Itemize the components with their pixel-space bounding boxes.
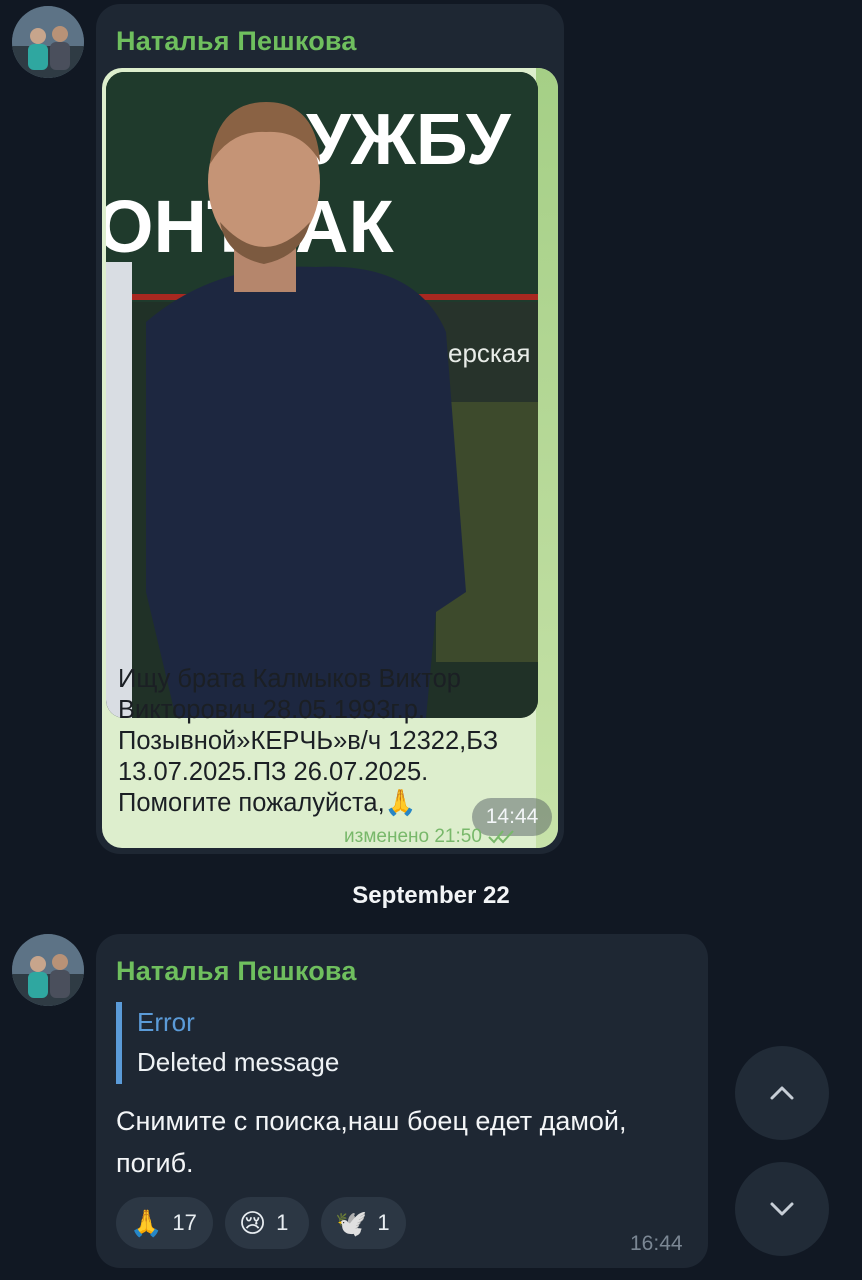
reply-quote[interactable]: Error Deleted message (116, 1002, 339, 1084)
sender-name[interactable]: Наталья Пешкова (116, 956, 357, 987)
message-text: Снимите с поиска,наш боец едет дамой, по… (116, 1106, 627, 1178)
reply-title: Error (137, 1007, 195, 1037)
message-photo[interactable]: УЖБУ ОНТРАК ерская (106, 72, 538, 718)
avatar-photo (12, 6, 84, 78)
dove-icon: 🕊️ (335, 1208, 368, 1238)
reaction-count: 17 (172, 1210, 197, 1235)
message-time: 16:44 (630, 1232, 683, 1255)
pray-icon: 🙏 (130, 1208, 163, 1238)
reaction-pray[interactable]: 🙏 17 (116, 1197, 213, 1249)
crying-face-icon: 😢 (239, 1208, 267, 1238)
edited-timestamp: изменено 21:50 (344, 826, 515, 848)
sender-avatar[interactable] (12, 934, 84, 1006)
avatar-photo (12, 934, 84, 1006)
reaction-cry[interactable]: 😢 1 (225, 1197, 309, 1249)
photo-sign-text: УЖБУ (306, 100, 512, 180)
sender-avatar[interactable] (12, 6, 84, 78)
scroll-up-button[interactable] (735, 1046, 829, 1140)
reaction-count: 1 (276, 1210, 289, 1235)
date-separator: September 22 (352, 882, 510, 909)
scroll-down-button[interactable] (735, 1162, 829, 1256)
photo-sign-text: ерская (448, 338, 530, 368)
photo-caption: Ищу брата Калмыков Виктор Викторович 28.… (118, 665, 499, 817)
sender-name[interactable]: Наталья Пешкова (116, 26, 357, 57)
reply-text: Deleted message (137, 1047, 340, 1077)
reaction-dove[interactable]: 🕊️ 1 (321, 1197, 406, 1249)
photo-image: УЖБУ ОНТРАК ерская (106, 72, 538, 718)
reaction-count: 1 (377, 1210, 390, 1235)
edited-label: изменено 21:50 (344, 826, 482, 847)
read-checkmarks-icon (488, 830, 514, 844)
chevron-down-icon (770, 1202, 794, 1216)
chevron-up-icon (770, 1086, 794, 1100)
photo-message[interactable]: УЖБУ ОНТРАК ерская Ищу брата Калмыков Ви… (102, 68, 558, 848)
